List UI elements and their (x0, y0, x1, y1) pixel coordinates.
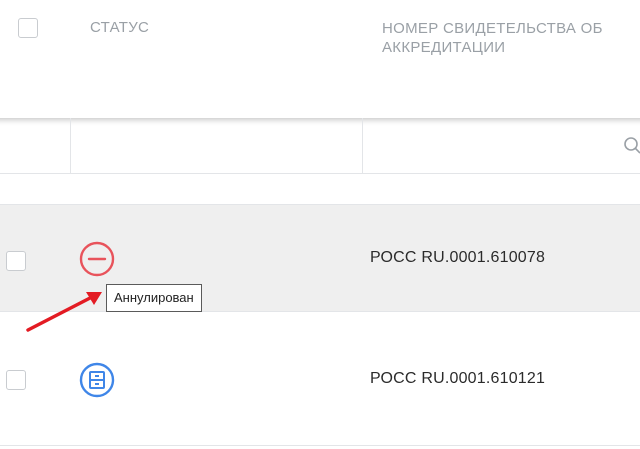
certificate-number: РОСС RU.0001.610121 (370, 370, 546, 387)
search-icon[interactable] (622, 136, 640, 156)
filter-divider (362, 118, 363, 174)
red-arrow-icon (20, 280, 110, 340)
row-checkbox[interactable] (6, 370, 26, 390)
certificate-number: РОСС RU.0001.610078 (370, 249, 546, 266)
minus-circle-icon[interactable] (79, 241, 115, 277)
column-header-number[interactable]: Номер свидетельства об аккредитации (382, 19, 640, 57)
select-all-checkbox[interactable] (18, 18, 38, 38)
table-header: Статус Номер свидетельства об аккредитац… (0, 0, 640, 118)
status-tooltip: Аннулирован (106, 284, 202, 312)
row-checkbox[interactable] (6, 251, 26, 271)
filter-row (0, 118, 640, 174)
archive-icon[interactable] (79, 362, 115, 398)
filter-divider (70, 118, 71, 174)
column-header-status[interactable]: Статус (90, 18, 149, 37)
